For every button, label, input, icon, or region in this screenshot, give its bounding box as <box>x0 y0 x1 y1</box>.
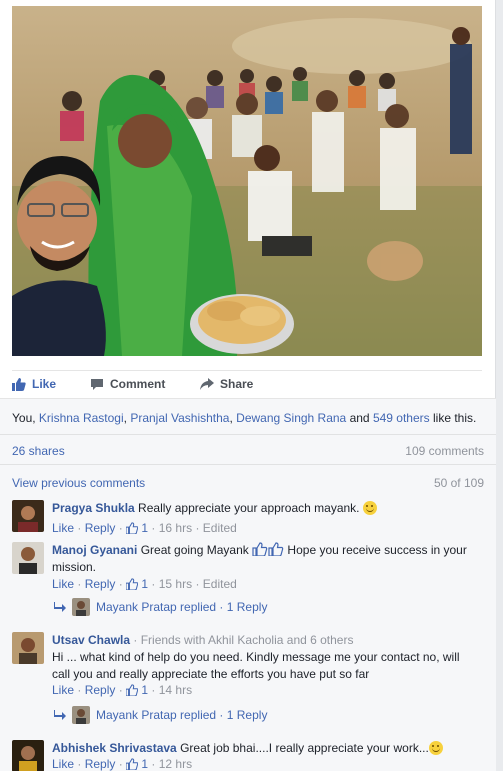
avatar-image <box>12 500 44 532</box>
thumbs-up-icon <box>12 378 26 391</box>
comment-author[interactable]: Utsav Chawla <box>52 633 130 647</box>
comment-body: Utsav Chawla · Friends with Akhil Kachol… <box>52 632 474 683</box>
comment-meta: Like · Reply · 1 · 14 hrs <box>52 683 193 697</box>
like-button[interactable]: Like <box>12 377 56 391</box>
smiley-emoji-icon <box>362 501 377 515</box>
comment-time[interactable]: 16 hrs <box>159 521 192 535</box>
reply-text: replied · <box>176 600 227 614</box>
comment-friends-context: · Friends with Akhil Kacholia and 6 othe… <box>130 633 354 647</box>
reply-arrow-icon <box>54 602 66 612</box>
avatar-image <box>72 598 90 616</box>
comment-meta: Like · Reply · 1 · 16 hrs · Edited <box>52 521 237 535</box>
avatar[interactable] <box>12 542 44 574</box>
comment-text: Hi ... what kind of help do you need. Ki… <box>52 650 460 681</box>
comment-body: Manoj Gyanani Great going Mayank Hope yo… <box>52 542 474 576</box>
smiley-emoji-icon <box>428 741 443 755</box>
likes-suffix: like this. <box>429 411 477 425</box>
comment-edited[interactable]: Edited <box>203 521 237 535</box>
comments-list: Pragya Shukla Really appreciate your app… <box>0 494 496 771</box>
thumbs-up-emoji-icon <box>252 542 268 556</box>
comments-pager-count: 50 of 109 <box>433 476 484 490</box>
comment-item: Pragya Shukla Really appreciate your app… <box>12 498 482 538</box>
view-replies-link[interactable]: Mayank Pratap replied · 1 Reply <box>54 706 267 724</box>
shares-count-link[interactable]: 26 shares <box>12 444 65 458</box>
post-card: Like Comment Share You, Krishna Rastogi,… <box>0 0 496 771</box>
comment-reply-link[interactable]: Reply <box>85 577 116 591</box>
comment-author[interactable]: Pragya Shukla <box>52 501 135 515</box>
comment-label: Comment <box>110 377 166 391</box>
likes-prefix: You, <box>12 411 39 425</box>
thumbs-up-icon <box>126 758 139 770</box>
comment-like-link[interactable]: Like <box>52 577 74 591</box>
comment-text: Great going Mayank <box>137 543 253 557</box>
reply-avatar <box>72 598 90 616</box>
comment-item: Abhishek Shrivastava Great job bhai....I… <box>12 738 482 771</box>
comment-like-link[interactable]: Like <box>52 683 74 697</box>
comment-time[interactable]: 15 hrs <box>159 577 192 591</box>
others-likers-link[interactable]: 549 others <box>373 411 430 425</box>
reply-author: Mayank Pratap <box>96 600 177 614</box>
thumbs-up-emoji-icon <box>268 542 284 556</box>
thumbs-up-icon <box>126 684 139 696</box>
comment-edited[interactable]: Edited <box>203 577 237 591</box>
liker-link[interactable]: Krishna Rastogi <box>39 411 124 425</box>
avatar-image <box>12 632 44 664</box>
avatar-image <box>12 740 44 771</box>
avatar[interactable] <box>12 740 44 771</box>
share-arrow-icon <box>200 378 214 390</box>
like-label: Like <box>32 377 57 391</box>
thumbs-up-icon <box>126 578 139 590</box>
comment-meta: Like · Reply · 1 · 15 hrs · Edited <box>52 577 237 591</box>
view-replies-link[interactable]: Mayank Pratap replied · 1 Reply <box>54 598 267 616</box>
comment-time[interactable]: 14 hrs <box>159 683 192 697</box>
comment-reply-link[interactable]: Reply <box>85 683 116 697</box>
likes-separator: and <box>346 411 373 425</box>
comment-likes-count[interactable]: 1 <box>141 757 148 771</box>
comment-text: Great job bhai....I really appreciate yo… <box>176 741 429 755</box>
reply-text: replied · <box>176 708 227 722</box>
avatar[interactable] <box>12 500 44 532</box>
comment-reply-link[interactable]: Reply <box>85 521 116 535</box>
reply-count: 1 Reply <box>226 600 268 614</box>
reply-count: 1 Reply <box>226 708 268 722</box>
avatar[interactable] <box>12 632 44 664</box>
share-button[interactable]: Share <box>200 377 253 391</box>
share-label: Share <box>220 377 254 391</box>
post-photo[interactable] <box>12 6 482 356</box>
comment-time[interactable]: 12 hrs <box>159 757 192 771</box>
comment-likes-count[interactable]: 1 <box>141 683 148 697</box>
reply-author: Mayank Pratap <box>96 708 177 722</box>
comment-text: Really appreciate your approach mayank. <box>134 501 363 515</box>
shares-comments-row: 26 shares 109 comments <box>0 434 496 464</box>
comment-author[interactable]: Abhishek Shrivastava <box>52 741 177 755</box>
avatar-image <box>12 542 44 574</box>
reply-avatar <box>72 706 90 724</box>
liker-link[interactable]: Dewang Singh Rana <box>236 411 346 425</box>
view-previous-comments-link[interactable]: View previous comments <box>12 476 145 490</box>
thumbs-up-icon <box>126 522 139 534</box>
comment-meta: Like · Reply · 1 · 12 hrs <box>52 757 193 771</box>
comments-count-link[interactable]: 109 comments <box>405 444 484 458</box>
comment-like-link[interactable]: Like <box>52 521 74 535</box>
comment-reply-link[interactable]: Reply <box>85 757 116 771</box>
comment-like-link[interactable]: Like <box>52 757 74 771</box>
liker-link[interactable]: Pranjal Vashishtha <box>130 411 229 425</box>
comment-body: Pragya Shukla Really appreciate your app… <box>52 500 474 517</box>
post-action-bar: Like Comment Share <box>12 370 482 398</box>
photo-image <box>12 6 482 356</box>
comment-item: Utsav Chawla · Friends with Akhil Kachol… <box>12 630 482 730</box>
reply-arrow-icon <box>54 710 66 720</box>
comment-author[interactable]: Manoj Gyanani <box>52 543 137 557</box>
comment-item: Manoj Gyanani Great going Mayank Hope yo… <box>12 540 482 620</box>
likes-summary: You, Krishna Rastogi, Pranjal Vashishtha… <box>0 398 496 434</box>
comment-icon <box>91 378 103 390</box>
previous-comments-row: View previous comments 50 of 109 <box>0 464 496 494</box>
comment-likes-count[interactable]: 1 <box>141 521 148 535</box>
comment-button[interactable]: Comment <box>90 377 503 391</box>
avatar-image <box>72 706 90 724</box>
comment-body: Abhishek Shrivastava Great job bhai....I… <box>52 740 474 757</box>
comment-likes-count[interactable]: 1 <box>141 577 148 591</box>
